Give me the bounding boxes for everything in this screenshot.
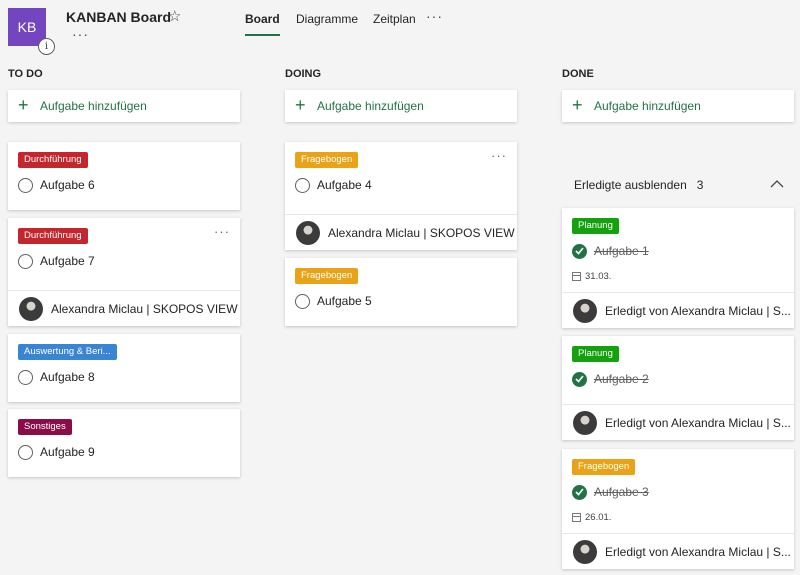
completed-by-row: Erledigt von Alexandra Miclau | S...	[562, 533, 794, 569]
column-doing: DOING + Aufgabe hinzufügen	[285, 66, 517, 122]
tab-board[interactable]: Board	[245, 12, 280, 36]
completed-check-icon[interactable]	[572, 243, 587, 259]
assignee-name: Alexandra Miclau | SKOPOS VIEW	[328, 225, 515, 240]
complete-checkbox[interactable]	[295, 293, 310, 309]
column-done: DONE + Aufgabe hinzufügen	[562, 66, 794, 122]
completed-by-text: Erledigt von Alexandra Miclau | S...	[605, 544, 791, 559]
due-date: 31.03.	[572, 271, 784, 282]
task-card[interactable]: Sonstiges Aufgabe 9	[8, 409, 240, 477]
category-label: Fragebogen	[295, 152, 359, 168]
column-title: DOING	[285, 68, 322, 80]
avatar	[296, 220, 320, 245]
task-title: Aufgabe 4	[317, 178, 372, 192]
plus-icon: +	[572, 95, 583, 115]
tab-schedule[interactable]: Zeitplan	[373, 12, 416, 34]
complete-checkbox[interactable]	[295, 177, 310, 193]
calendar-icon	[572, 513, 581, 522]
task-card[interactable]: Auswertung & Beri... Aufgabe 8	[8, 334, 240, 402]
complete-checkbox[interactable]	[18, 253, 33, 269]
task-title: Aufgabe 7	[40, 254, 95, 268]
plus-icon: +	[295, 95, 306, 115]
avatar	[573, 410, 597, 435]
avatar	[573, 539, 597, 564]
completed-by-row: Erledigt von Alexandra Miclau | S...	[562, 292, 794, 328]
task-card[interactable]: Planung Aufgabe 2 Erledigt von Alexandra…	[562, 336, 794, 440]
category-label: Durchführung	[18, 152, 88, 168]
add-task-label: Aufgabe hinzufügen	[594, 99, 701, 113]
task-title: Aufgabe 1	[594, 244, 649, 258]
assignee-row: Alexandra Miclau | SKOPOS VIEW	[8, 290, 240, 326]
completed-by-row: Erledigt von Alexandra Miclau | S...	[562, 404, 794, 440]
hide-completed-label: Erledigte ausblenden	[574, 178, 687, 192]
add-task-label: Aufgabe hinzufügen	[317, 99, 424, 113]
plan-title: KANBAN Board	[66, 9, 171, 25]
chevron-up-icon	[770, 180, 784, 188]
category-label: Sonstiges	[18, 419, 72, 435]
task-title: Aufgabe 9	[40, 445, 95, 459]
completed-count: 3	[696, 178, 704, 192]
task-card[interactable]: Fragebogen Aufgabe 3 26.01. Erledigt von…	[562, 449, 794, 569]
category-label: Fragebogen	[572, 459, 636, 475]
calendar-icon	[572, 272, 581, 281]
more-options-icon[interactable]: ···	[72, 26, 89, 42]
task-card[interactable]: Planung Aufgabe 1 31.03. Erledigt von Al…	[562, 208, 794, 328]
star-icon[interactable]: ☆	[168, 7, 181, 25]
plan-initials: KB	[17, 19, 37, 35]
completed-check-icon[interactable]	[572, 484, 587, 500]
task-title: Aufgabe 5	[317, 294, 372, 308]
task-title: Aufgabe 6	[40, 178, 95, 192]
plus-icon: +	[18, 95, 29, 115]
completed-by-text: Erledigt von Alexandra Miclau | S...	[605, 303, 791, 318]
add-task-button[interactable]: + Aufgabe hinzufügen	[562, 90, 794, 122]
add-task-button[interactable]: + Aufgabe hinzufügen	[285, 90, 517, 122]
complete-checkbox[interactable]	[18, 444, 33, 460]
category-label: Durchführung	[18, 228, 88, 244]
due-date: 26.01.	[572, 512, 784, 523]
task-card[interactable]: Durchführung Aufgabe 6	[8, 142, 240, 210]
task-title: Aufgabe 2	[594, 372, 649, 386]
column-title: DONE	[562, 68, 594, 80]
tab-charts[interactable]: Diagramme	[296, 12, 358, 34]
due-date-text: 31.03.	[585, 271, 612, 282]
header: KB i KANBAN Board ☆ ··· Board Diagramme …	[0, 0, 800, 58]
category-label: Auswertung & Beri...	[18, 344, 117, 360]
completed-check-icon[interactable]	[572, 371, 587, 387]
task-title: Aufgabe 3	[594, 485, 649, 499]
task-title: Aufgabe 8	[40, 370, 95, 384]
avatar	[573, 298, 597, 323]
completed-by-text: Erledigt von Alexandra Miclau | S...	[605, 415, 791, 430]
tabs-more-icon[interactable]: ···	[426, 8, 443, 24]
complete-checkbox[interactable]	[18, 369, 33, 385]
complete-checkbox[interactable]	[18, 177, 33, 193]
task-card[interactable]: Fragebogen ··· Aufgabe 4 Alexandra Micla…	[285, 142, 517, 250]
add-task-label: Aufgabe hinzufügen	[40, 99, 147, 113]
card-more-icon[interactable]: ···	[491, 148, 507, 163]
add-task-button[interactable]: + Aufgabe hinzufügen	[8, 90, 240, 122]
task-card[interactable]: Durchführung ··· Aufgabe 7 Alexandra Mic…	[8, 218, 240, 326]
category-label: Fragebogen	[295, 268, 359, 284]
assignee-name: Alexandra Miclau | SKOPOS VIEW	[51, 301, 238, 316]
assignee-row: Alexandra Miclau | SKOPOS VIEW	[285, 214, 517, 250]
column-todo: TO DO + Aufgabe hinzufügen	[8, 66, 240, 122]
info-icon[interactable]: i	[38, 38, 55, 55]
column-title: TO DO	[8, 68, 43, 80]
category-label: Planung	[572, 346, 619, 362]
category-label: Planung	[572, 218, 619, 234]
card-more-icon[interactable]: ···	[214, 224, 230, 239]
due-date-text: 26.01.	[585, 512, 612, 523]
hide-completed-toggle[interactable]: Erledigte ausblenden 3	[562, 174, 794, 196]
avatar	[19, 296, 43, 321]
task-card[interactable]: Fragebogen Aufgabe 5	[285, 258, 517, 326]
